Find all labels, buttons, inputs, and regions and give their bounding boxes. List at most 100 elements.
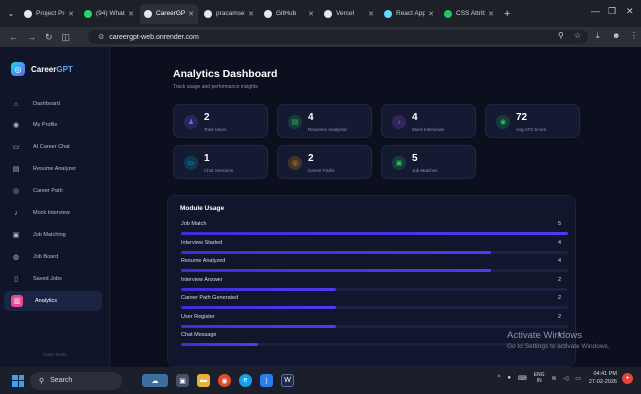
stat-label: Total Users — [204, 127, 227, 132]
maximize-icon[interactable]: ❐ — [608, 6, 616, 17]
back-icon[interactable]: ← — [9, 32, 18, 42]
app-icon[interactable]: W — [281, 374, 294, 387]
sidebar-item-icon: ◉ — [12, 122, 20, 129]
minimize-icon[interactable]: — — [591, 6, 600, 16]
module-value: 2 — [557, 313, 561, 320]
sidebar-item-dashboard[interactable]: ⌂ Dashboard — [4, 94, 102, 114]
sidebar-item-label: Job Board — [33, 254, 59, 260]
reload-icon[interactable]: ↻ — [45, 32, 53, 43]
stat-icon: ◉ — [496, 115, 510, 129]
bookmark-star-icon[interactable]: ☆ — [574, 31, 581, 40]
site-info-icon[interactable]: ⚙ — [98, 33, 104, 41]
stat-card: ◉ 72 Avg ATS Score — [485, 104, 580, 138]
brand[interactable]: ◎ CareerGPT — [11, 62, 73, 76]
activate-windows-title: Activate Windows — [507, 330, 582, 341]
language-indicator[interactable]: ENG IN — [534, 372, 545, 384]
sidebar-item-mock-interview[interactable]: ♪ Mock Interview — [4, 203, 102, 223]
keyboard-icon[interactable]: ⌨ — [518, 375, 527, 382]
tab-favicon-icon — [324, 9, 332, 18]
sidebar-item-career-path[interactable]: ◎ Career Path — [4, 181, 102, 201]
vscode-icon[interactable]: ⟩ — [260, 374, 273, 387]
url-field[interactable]: ⚙ careergpt-web.onrender.com — [88, 30, 588, 44]
notification-icon[interactable]: ● — [622, 372, 633, 384]
module-usage-row: Career Path Generated 2 — [181, 295, 571, 315]
browser-menu-icon[interactable]: ⋮ — [630, 31, 638, 40]
stat-value: 2 — [204, 112, 210, 123]
tab-favicon-icon — [264, 9, 272, 18]
tab-close-icon[interactable]: ✕ — [488, 10, 494, 18]
sidebar-item-icon: ◎ — [12, 188, 20, 195]
tab-close-icon[interactable]: ✕ — [428, 10, 434, 18]
activate-windows-subtitle: Go to Settings to activate Windows. — [507, 343, 610, 350]
tab-favicon-icon — [384, 9, 392, 18]
search-icon: ⚲ — [39, 377, 45, 385]
sidebar-item-analytics[interactable]: ▥ Analytics — [4, 291, 102, 311]
browser-tab[interactable]: Project Prep✕ — [20, 4, 78, 24]
browser-tab[interactable]: Vercel ✕ — [320, 4, 378, 24]
tray-chevron-icon[interactable]: ^ — [498, 375, 501, 381]
tab-label: CareerGPT - — [156, 10, 186, 17]
task-view-icon[interactable]: ▣ — [176, 374, 189, 387]
tab-search-icon[interactable]: ⌄ — [4, 7, 18, 21]
tab-favicon-icon — [24, 9, 32, 18]
sidebar-item-icon: ▣ — [12, 232, 20, 239]
download-icon[interactable]: ⤓ — [596, 31, 600, 41]
tray-app-icon[interactable]: ● — [507, 375, 511, 381]
profile-avatar-icon[interactable]: ☻ — [612, 31, 620, 40]
sidebar-item-label: Analytics — [35, 298, 58, 304]
split-view-icon[interactable]: ◫ — [62, 32, 71, 43]
zoom-icon[interactable]: ⚲ — [558, 31, 564, 40]
sidebar-item-label: AI Career Chat — [33, 144, 70, 150]
taskbar-search[interactable]: ⚲ Search — [30, 371, 122, 390]
volume-icon[interactable]: ◁ — [564, 375, 569, 382]
wifi-icon[interactable]: ≋ — [552, 375, 557, 382]
browser-tab[interactable]: (94) WhatsA✕ — [80, 4, 138, 24]
module-label: Interview Started — [181, 239, 223, 246]
battery-icon[interactable]: ▭ — [575, 375, 581, 382]
browser-tab[interactable]: CareerGPT -✕ — [140, 3, 198, 24]
file-explorer-icon[interactable]: ▬ — [197, 374, 210, 387]
stat-value: 72 — [516, 112, 528, 123]
stat-icon: ▣ — [392, 156, 406, 170]
sidebar-footer[interactable]: Glass Mode — [0, 352, 110, 357]
tab-close-icon[interactable]: ✕ — [308, 10, 314, 18]
sidebar-item-icon: ▭ — [12, 144, 20, 151]
chrome-icon[interactable]: ◉ — [218, 374, 231, 387]
tab-label: Project Prep — [36, 10, 65, 17]
tab-close-icon[interactable]: ✕ — [188, 10, 194, 18]
tab-close-icon[interactable]: ✕ — [248, 10, 254, 18]
windows-start-icon[interactable] — [12, 374, 24, 387]
sidebar: ◎ CareerGPT ⌂ Dashboard ◉ My Profile ▭ AI Car… — [0, 47, 110, 367]
tab-close-icon[interactable]: ✕ — [68, 10, 74, 18]
sidebar-item-icon: ▥ — [11, 295, 23, 307]
module-usage-row: Resume Analyzed 4 — [181, 258, 571, 278]
sidebar-item-saved-jobs[interactable]: ▯ Saved Jobs — [4, 269, 102, 289]
stat-icon: ◎ — [288, 156, 302, 170]
url-text: careergpt-web.onrender.com — [109, 33, 199, 41]
browser-tab[interactable]: CSS Attribu✕ — [440, 4, 498, 24]
sidebar-item-job-board[interactable]: ◍ Job Board — [4, 247, 102, 267]
sidebar-item-job-matching[interactable]: ▣ Job Matching — [4, 225, 102, 245]
sidebar-item-ai-career-chat[interactable]: ▭ AI Career Chat — [4, 137, 102, 157]
sidebar-item-label: Mock Interview — [33, 210, 70, 216]
clock[interactable]: 04:41 PM 27-02-2026 — [589, 370, 617, 386]
sidebar-item-my-profile[interactable]: ◉ My Profile — [4, 115, 102, 135]
sidebar-item-icon: ⌂ — [13, 100, 19, 108]
browser-tab[interactable]: GitHub ✕ — [260, 4, 318, 24]
sidebar-item-icon: ▤ — [12, 166, 20, 173]
new-tab-button[interactable]: + — [504, 8, 510, 20]
widgets-icon[interactable]: ☁ — [142, 374, 168, 387]
module-label: Interview Answer — [181, 276, 223, 283]
page-title: Analytics Dashboard — [173, 68, 278, 80]
browser-tab[interactable]: pracamsetv✕ — [200, 4, 258, 24]
tab-label: Vercel — [336, 10, 355, 17]
tab-close-icon[interactable]: ✕ — [128, 10, 134, 18]
edge-icon[interactable]: e — [239, 374, 252, 387]
browser-tab[interactable]: React App ✕ — [380, 4, 438, 24]
sidebar-item-resume-analyzer[interactable]: ▤ Resume Analyzer — [4, 159, 102, 179]
forward-icon[interactable]: → — [27, 32, 36, 42]
tab-close-icon[interactable]: ✕ — [368, 10, 374, 18]
close-window-icon[interactable]: ✕ — [626, 6, 634, 17]
tab-favicon-icon — [144, 9, 152, 18]
sidebar-item-label: Saved Jobs — [33, 276, 62, 282]
